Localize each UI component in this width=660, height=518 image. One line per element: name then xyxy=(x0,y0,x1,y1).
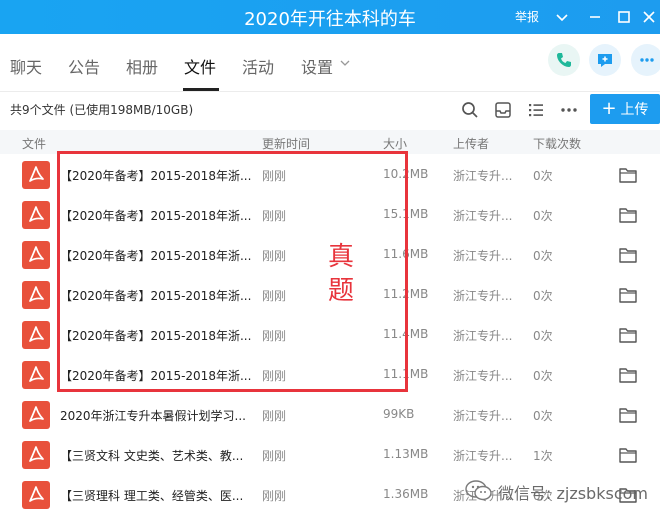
column-header-downloads[interactable]: 下载次数 xyxy=(533,135,581,152)
updated-time: 刚刚 xyxy=(262,409,287,423)
file-size: 99KB xyxy=(383,407,415,421)
uploader-name: 浙江专升... xyxy=(453,249,513,263)
file-name[interactable]: 2020年浙江专升本暑假计划学习... xyxy=(60,407,246,424)
column-header-uploader[interactable]: 上传者 xyxy=(453,135,489,152)
tab-activities[interactable]: 活动 xyxy=(242,54,274,78)
folder-icon[interactable] xyxy=(619,207,637,223)
inbox-icon[interactable] xyxy=(493,100,513,120)
pdf-file-icon xyxy=(22,281,50,309)
download-count: 0次 xyxy=(533,209,553,223)
phone-icon xyxy=(557,53,571,67)
folder-icon[interactable] xyxy=(619,367,637,383)
pdf-file-icon xyxy=(22,481,50,509)
folder-icon[interactable] xyxy=(619,167,637,183)
plus-icon: + xyxy=(601,98,617,119)
download-count: 0次 xyxy=(533,329,553,343)
column-header-size[interactable]: 大小 xyxy=(383,135,407,152)
column-header-updated[interactable]: 更新时间 xyxy=(262,135,310,152)
more-options-button[interactable] xyxy=(631,44,660,76)
folder-icon[interactable] xyxy=(619,287,637,303)
tab-files[interactable]: 文件 xyxy=(184,54,216,78)
active-tab-indicator xyxy=(183,88,219,91)
pdf-file-icon xyxy=(22,241,50,269)
uploader-name: 浙江专升... xyxy=(453,289,513,303)
tab-bar: 聊天 公告 相册 文件 活动 设置 xyxy=(0,34,660,92)
tab-album[interactable]: 相册 xyxy=(126,54,158,78)
upload-label: 上传 xyxy=(620,102,649,118)
file-name[interactable]: 【三贤理科 理工类、经管类、医... xyxy=(60,487,243,504)
watermark-text: 微信号: zjzsbkscom xyxy=(498,484,648,503)
file-size: 1.36MB xyxy=(383,487,429,501)
pdf-file-icon xyxy=(22,401,50,429)
uploader-name: 浙江专升... xyxy=(453,209,513,223)
folder-icon[interactable] xyxy=(619,327,637,343)
pdf-file-icon xyxy=(22,321,50,349)
message-plus-icon xyxy=(598,54,612,67)
download-count: 0次 xyxy=(533,169,553,183)
column-header-file[interactable]: 文件 xyxy=(22,135,46,152)
folder-icon[interactable] xyxy=(619,247,637,263)
updated-time: 刚刚 xyxy=(262,489,287,503)
report-button[interactable]: 举报 xyxy=(515,8,539,25)
download-count: 0次 xyxy=(533,409,553,423)
uploader-name: 浙江专升... xyxy=(453,169,513,183)
uploader-name: 浙江专升... xyxy=(453,329,513,343)
updated-time: 刚刚 xyxy=(262,449,287,463)
folder-icon[interactable] xyxy=(619,447,637,463)
wechat-icon xyxy=(465,480,492,501)
table-row[interactable]: 2020年浙江专升本暑假计划学习... 刚刚 99KB 浙江专升... 0次 xyxy=(0,395,660,435)
search-icon[interactable] xyxy=(460,100,480,120)
pdf-file-icon xyxy=(22,441,50,469)
tab-settings[interactable]: 设置 xyxy=(301,54,333,78)
ellipsis-icon[interactable] xyxy=(559,100,579,120)
uploader-name: 浙江专升... xyxy=(453,449,513,463)
upload-button[interactable]: + 上传 xyxy=(590,94,660,124)
tab-announcements[interactable]: 公告 xyxy=(68,54,100,78)
ellipsis-icon xyxy=(640,58,654,62)
file-name[interactable]: 【三贤文科 文史类、艺术类、教... xyxy=(60,447,243,464)
minimize-icon[interactable] xyxy=(584,6,606,28)
folder-icon[interactable] xyxy=(619,407,637,423)
download-count: 1次 xyxy=(533,449,553,463)
storage-summary: 共9个文件 (已使用198MB/10GB) xyxy=(10,103,194,117)
list-view-icon[interactable] xyxy=(526,100,546,120)
download-count: 0次 xyxy=(533,249,553,263)
annotation-label: 真题 xyxy=(327,242,354,306)
close-icon[interactable] xyxy=(638,6,660,28)
watermark: 微信号: zjzsbkscom xyxy=(460,476,660,506)
pdf-file-icon xyxy=(22,361,50,389)
uploader-name: 浙江专升... xyxy=(453,409,513,423)
call-button[interactable] xyxy=(548,44,580,76)
maximize-icon[interactable] xyxy=(613,6,635,28)
download-count: 0次 xyxy=(533,369,553,383)
add-message-button[interactable] xyxy=(589,44,621,76)
file-toolbar: 共9个文件 (已使用198MB/10GB) + 上传 xyxy=(0,92,660,128)
tab-chat[interactable]: 聊天 xyxy=(10,54,42,78)
file-size: 1.13MB xyxy=(383,447,429,461)
chevron-down-icon[interactable] xyxy=(340,58,350,68)
pdf-file-icon xyxy=(22,201,50,229)
pdf-file-icon xyxy=(22,161,50,189)
title-bar: 2020年开往本科的车 举报 xyxy=(0,0,660,34)
chevron-down-icon[interactable] xyxy=(551,6,573,28)
uploader-name: 浙江专升... xyxy=(453,369,513,383)
table-row[interactable]: 【三贤文科 文史类、艺术类、教... 刚刚 1.13MB 浙江专升... 1次 xyxy=(0,435,660,475)
download-count: 0次 xyxy=(533,289,553,303)
